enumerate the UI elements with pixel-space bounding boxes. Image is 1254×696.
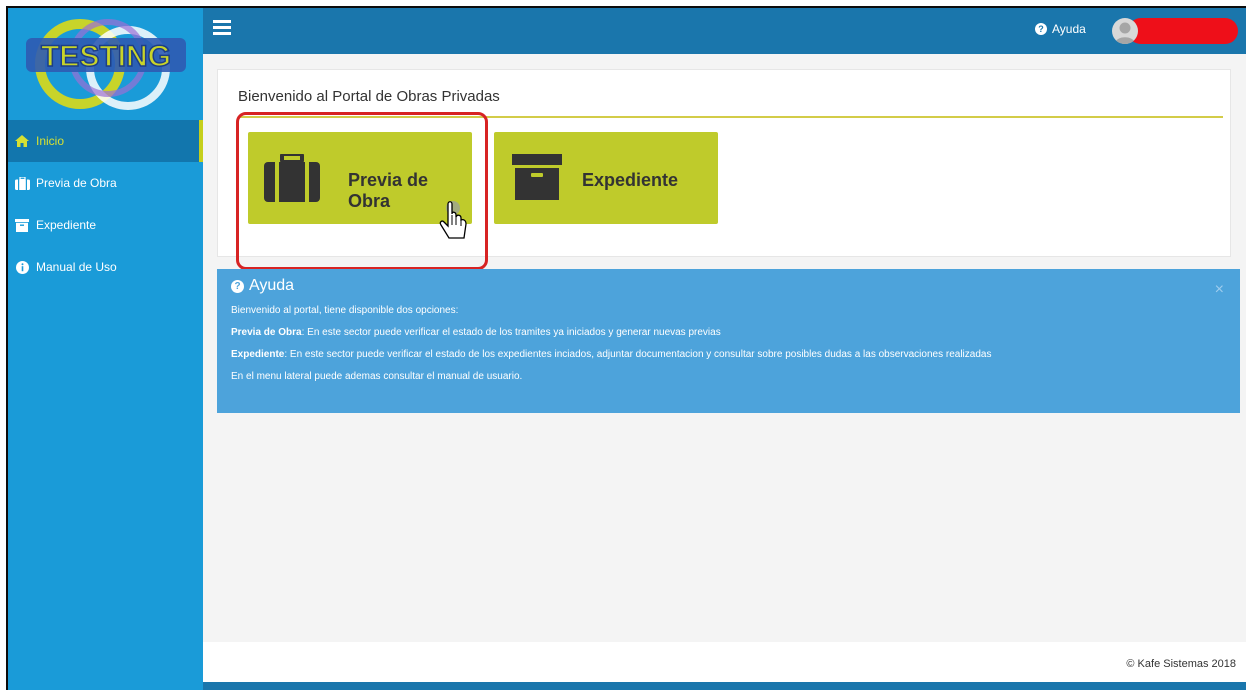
copyright-text: © Kafe Sistemas 2018 <box>1126 658 1236 670</box>
sidebar-item-manual-de-uso[interactable]: Manual de Uso <box>8 246 203 288</box>
help-previa-line: Previa de Obra: En este sector puede ver… <box>231 327 721 338</box>
user-menu[interactable] <box>1128 18 1238 44</box>
sidebar-nav: Inicio Previa de Obra Expediente Manual … <box>8 120 203 288</box>
hamburger-icon[interactable] <box>213 20 231 36</box>
help-expediente-line: Expediente: En este sector puede verific… <box>231 349 992 360</box>
sidebar-item-label: Previa de Obra <box>36 176 117 190</box>
archive-icon <box>512 154 562 200</box>
home-icon <box>14 134 30 148</box>
archive-icon <box>14 218 30 232</box>
question-circle-icon: ? <box>231 279 244 293</box>
logo[interactable]: TESTING <box>8 8 203 120</box>
logo-text: TESTING <box>41 40 171 73</box>
pointer-cursor-icon <box>439 201 467 239</box>
sidebar-item-label: Inicio <box>36 134 65 148</box>
bottom-bar <box>203 682 1246 690</box>
briefcase-icon <box>14 176 30 190</box>
sidebar: TESTING Inicio Previa de Obra Expediente… <box>8 8 203 690</box>
help-link[interactable]: ? Ayuda <box>1035 22 1086 36</box>
user-avatar[interactable] <box>1112 18 1138 44</box>
question-circle-icon: ? <box>1035 23 1047 35</box>
welcome-panel: Bienvenido al Portal de Obras Privadas P… <box>217 69 1231 270</box>
main-content: Bienvenido al Portal de Obras Privadas P… <box>203 54 1246 690</box>
testing-logo-icon: TESTING <box>26 19 186 110</box>
sidebar-item-expediente[interactable]: Expediente <box>8 204 203 246</box>
briefcase-icon <box>264 154 320 202</box>
sidebar-item-inicio[interactable]: Inicio <box>8 120 203 162</box>
help-alert: ? Ayuda × Bienvenido al portal, tiene di… <box>217 269 1240 413</box>
info-icon <box>14 260 30 274</box>
app-frame: TESTING Inicio Previa de Obra Expediente… <box>6 6 1246 690</box>
help-menu-note: En el menu lateral puede ademas consulta… <box>231 371 523 382</box>
help-alert-title: ? Ayuda <box>231 277 294 295</box>
sidebar-item-label: Expediente <box>36 218 97 232</box>
tile-expediente[interactable]: Expediente <box>494 132 718 224</box>
close-icon[interactable]: × <box>1215 281 1224 299</box>
top-navbar: ? Ayuda <box>203 8 1246 54</box>
page-title: Bienvenido al Portal de Obras Privadas <box>238 88 500 105</box>
tile-label: Expediente <box>582 170 679 190</box>
title-divider <box>238 116 1223 118</box>
sidebar-item-label: Manual de Uso <box>36 260 117 274</box>
help-link-label: Ayuda <box>1052 22 1086 36</box>
help-intro: Bienvenido al portal, tiene disponible d… <box>231 305 459 316</box>
sidebar-item-previa-de-obra[interactable]: Previa de Obra <box>8 162 203 204</box>
